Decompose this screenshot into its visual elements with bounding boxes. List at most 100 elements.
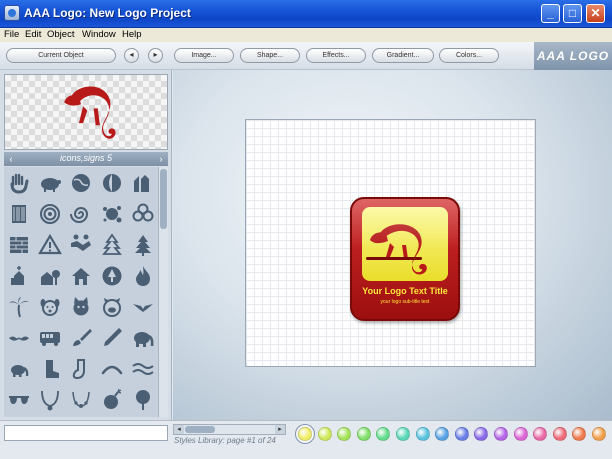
library-icon-cell[interactable]: [96, 198, 127, 229]
library-icon-cell[interactable]: [127, 322, 158, 353]
library-icon-cell[interactable]: [96, 167, 127, 198]
library-icon-cell[interactable]: [35, 322, 66, 353]
library-icon-cell[interactable]: [66, 229, 97, 260]
logo-title-text[interactable]: Your Logo Text Title: [352, 286, 458, 296]
menu-file[interactable]: File: [4, 29, 19, 40]
title-bar: AAA Logo: New Logo Project _ □ ✕: [0, 0, 612, 28]
library-icon-cell[interactable]: [35, 229, 66, 260]
library-icon-cell[interactable]: [35, 384, 66, 415]
library-icon-cell[interactable]: [4, 384, 35, 415]
library-icon-cell[interactable]: [96, 353, 127, 384]
library-icon-cell[interactable]: [96, 291, 127, 322]
library-icon-cell[interactable]: [96, 322, 127, 353]
menu-object[interactable]: Object: [47, 29, 74, 40]
library-icon-cell[interactable]: [127, 291, 158, 322]
library-icon-cell[interactable]: [66, 198, 97, 229]
minimize-button[interactable]: _: [541, 4, 560, 23]
library-icon-cell[interactable]: [96, 229, 127, 260]
library-icon-cell[interactable]: [127, 384, 158, 415]
category-prev-button[interactable]: ‹: [4, 152, 18, 166]
gradient-button[interactable]: Gradient...: [372, 48, 434, 63]
logo-badge[interactable]: Your Logo Text Title your logo sub-title…: [350, 197, 460, 321]
color-swatch[interactable]: [474, 427, 489, 441]
menu-edit[interactable]: Edit: [25, 29, 41, 40]
nature-badge-icon: [102, 266, 122, 285]
maximize-button[interactable]: □: [563, 4, 582, 23]
color-swatch[interactable]: [592, 427, 606, 441]
library-icon-cell[interactable]: [66, 291, 97, 322]
library-icon-cell[interactable]: [127, 198, 158, 229]
design-canvas[interactable]: Your Logo Text Title your logo sub-title…: [245, 119, 536, 367]
color-swatch[interactable]: [376, 427, 391, 441]
library-icon-cell[interactable]: [66, 322, 97, 353]
library-icon-cell[interactable]: [4, 322, 35, 353]
library-scrollbar[interactable]: [158, 167, 168, 417]
colors-button[interactable]: Colors...: [439, 48, 499, 63]
library-icon-cell[interactable]: [127, 353, 158, 384]
library-icon-cell[interactable]: [127, 260, 158, 291]
library-icon-cell[interactable]: [35, 198, 66, 229]
color-swatch[interactable]: [494, 427, 508, 441]
color-swatch[interactable]: [396, 427, 410, 441]
library-icon-cell[interactable]: [66, 384, 97, 415]
next-object-button[interactable]: ▸: [148, 48, 163, 63]
shape-button[interactable]: Shape...: [240, 48, 300, 63]
minimize-icon: _: [547, 6, 554, 20]
toolbar: Current Object ◂ ▸ Image... Shape... Eff…: [0, 42, 612, 70]
library-icon-cell[interactable]: [4, 291, 35, 322]
library-icon-cell[interactable]: [4, 229, 35, 260]
bottom-left-field[interactable]: [4, 425, 168, 441]
library-icon-cell[interactable]: [66, 260, 97, 291]
library-icon-cell[interactable]: [35, 353, 66, 384]
library-icon-cell[interactable]: [35, 167, 66, 198]
image-button[interactable]: Image...: [174, 48, 234, 63]
library-icon-cell[interactable]: [96, 384, 127, 415]
beads-icon: [72, 391, 90, 408]
logo-gloss: [352, 199, 458, 249]
styles-prev-button[interactable]: ◂: [174, 425, 184, 434]
library-icon-cell[interactable]: [127, 229, 158, 260]
app-icon: [4, 5, 20, 21]
library-icon-cell[interactable]: [4, 260, 35, 291]
library-icon-cell[interactable]: [4, 198, 35, 229]
color-swatch[interactable]: [337, 427, 352, 441]
current-object-button[interactable]: Current Object: [6, 48, 116, 63]
styles-scrollbar[interactable]: ◂ ▸: [173, 424, 286, 435]
object-preview: [4, 74, 168, 150]
menu-window[interactable]: Window: [82, 29, 116, 40]
necklace-icon: [41, 390, 60, 410]
color-swatch[interactable]: [513, 427, 528, 441]
library-scroll-thumb[interactable]: [160, 169, 167, 229]
color-swatch[interactable]: [298, 427, 312, 441]
library-icon-cell[interactable]: [66, 353, 97, 384]
prev-object-button[interactable]: ◂: [124, 48, 139, 63]
effects-button[interactable]: Effects...: [306, 48, 366, 63]
color-swatch[interactable]: [572, 427, 587, 441]
brand-logo: AAA LOGO: [534, 42, 612, 70]
color-swatch[interactable]: [415, 427, 430, 441]
close-button[interactable]: ✕: [586, 4, 605, 23]
library-icon-cell[interactable]: [35, 291, 66, 322]
color-swatch[interactable]: [552, 427, 567, 441]
sock-icon: [72, 358, 85, 379]
flame-icon: [135, 265, 150, 286]
category-next-button[interactable]: ›: [154, 152, 168, 166]
styles-scroll-thumb[interactable]: [185, 426, 215, 433]
window-title: AAA Logo: New Logo Project: [24, 6, 191, 20]
color-swatch[interactable]: [454, 427, 469, 441]
logo-subtitle-text[interactable]: your logo sub-title text: [352, 299, 458, 305]
library-icon-cell[interactable]: [4, 353, 35, 384]
icon-library-grid: [4, 167, 158, 417]
styles-next-button[interactable]: ▸: [275, 425, 285, 434]
color-swatch[interactable]: [317, 427, 332, 441]
library-icon-cell[interactable]: [66, 167, 97, 198]
color-swatch[interactable]: [356, 427, 371, 441]
color-swatch[interactable]: [435, 427, 450, 441]
arc-icon: [101, 365, 123, 374]
library-icon-cell[interactable]: [127, 167, 158, 198]
library-icon-cell[interactable]: [4, 167, 35, 198]
color-swatch[interactable]: [533, 427, 548, 441]
library-icon-cell[interactable]: [96, 260, 127, 291]
menu-help[interactable]: Help: [122, 29, 142, 40]
library-icon-cell[interactable]: [35, 260, 66, 291]
